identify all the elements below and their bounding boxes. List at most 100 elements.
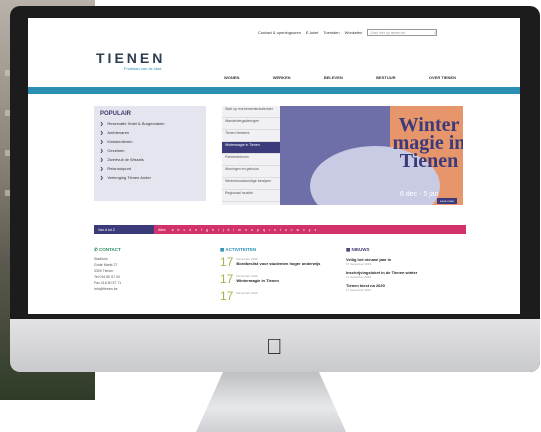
feature-item[interactable]: Regionaal muziek: [222, 190, 280, 202]
activity-item[interactable]: 17 December 2019 Bordbeslist voor student…: [220, 255, 338, 274]
logo-text: TIENEN: [96, 50, 166, 66]
popular-item-label: Reisrookpunt: [107, 166, 131, 171]
az-letter[interactable]: f: [201, 228, 202, 232]
az-letter[interactable]: g: [206, 228, 208, 232]
az-letter[interactable]: h: [212, 228, 214, 232]
activity-item[interactable]: 17 December 2019 Wintermagie in Tienen: [220, 272, 338, 291]
az-all[interactable]: Alles: [154, 228, 166, 232]
news-title: ▩ NIEUWS: [346, 247, 466, 253]
popular-item-label: Kluisbedienen: [107, 139, 133, 144]
feature-item[interactable]: Parkeerbrieven: [222, 154, 280, 166]
az-letter[interactable]: l: [233, 228, 234, 232]
contact-column: ✆ CONTACT Stadhuis Grote Markt 27 3300 T…: [94, 247, 204, 293]
popular-item[interactable]: ❯ Gezelnen: [100, 148, 165, 157]
az-letter[interactable]: u: [285, 228, 287, 232]
activities-title: ▦ ACTIVITEITEN: [220, 247, 338, 253]
az-letter[interactable]: x: [303, 228, 305, 232]
popular-item[interactable]: ❯ Verlenging Tienen Ander: [100, 175, 165, 184]
activities-title-text: ACTIVITEITEN: [225, 247, 257, 252]
chevron-right-icon: ❯: [100, 121, 104, 126]
activity-title: Wintermagie in Tienen: [236, 278, 279, 283]
az-letter[interactable]: e: [195, 228, 197, 232]
az-letter[interactable]: w: [296, 228, 299, 232]
topnav-contact[interactable]: Contact & openingsuren: [258, 30, 301, 35]
news-item[interactable]: Inschrijvingsloket in de Tienen winter 17…: [346, 270, 466, 283]
nav-bestuur[interactable]: BESTUUR: [376, 75, 395, 80]
az-letter[interactable]: t: [280, 228, 281, 232]
activity-title: Bordbeslist voor studenten hoger onderwi…: [236, 261, 321, 266]
banner-button[interactable]: Lees meer: [437, 198, 458, 204]
az-letter[interactable]: d: [189, 228, 191, 232]
nav-beleven[interactable]: BELEVEN: [324, 75, 343, 80]
main-nav: WONEN WERKEN BELEVEN BESTUUR OVER TIENEN: [224, 75, 456, 80]
tagline: Fruitstad van de stad: [124, 66, 162, 71]
news-item[interactable]: Tienen kiest na 2020 17 december 2019: [346, 283, 466, 296]
topnav-eloket[interactable]: E-loket: [306, 30, 318, 35]
az-letter[interactable]: q: [263, 228, 265, 232]
az-letter[interactable]: a: [172, 228, 174, 232]
news-column: ▩ NIEUWS Veilig het nieuwe jaar in 17 dec…: [346, 247, 466, 296]
activity-item[interactable]: 17 December 2019: [220, 290, 338, 308]
search-input[interactable]: Zoek hier op tienen.be ⚲: [367, 29, 438, 36]
az-letter[interactable]: z: [315, 228, 317, 232]
az-letter[interactable]: m: [238, 228, 241, 232]
news-item[interactable]: Veilig het nieuwe jaar in 17 december 201…: [346, 257, 466, 270]
az-letter[interactable]: o: [251, 228, 253, 232]
chevron-right-icon: ❯: [100, 148, 104, 153]
popular-item-label: Zwerfvuil de Wissels: [107, 157, 144, 162]
news-date: 17 december 2019: [346, 275, 372, 279]
az-letter[interactable]: c: [184, 228, 186, 232]
contact-title-text: CONTACT: [99, 247, 121, 252]
popular-item[interactable]: ❯ Reservatie Hotel & Burgerzaken: [100, 121, 165, 130]
chevron-right-icon: ❯: [100, 139, 104, 144]
az-letter[interactable]: j: [223, 228, 224, 232]
az-letter[interactable]: v: [291, 228, 293, 232]
news-title-text: NIEUWS: [351, 247, 370, 252]
nav-over-tienen[interactable]: OVER TIENEN: [429, 75, 456, 80]
activity-day: 17: [220, 255, 234, 269]
az-letter[interactable]: r: [269, 228, 270, 232]
feature-item[interactable]: Tienen Netwerk: [222, 130, 280, 142]
logo[interactable]: TIENEN: [96, 50, 165, 66]
feature-item[interactable]: Wandelvergaderingen: [222, 118, 280, 130]
popular-item[interactable]: ❯ Ambtenaren: [100, 130, 165, 139]
top-nav: Contact & openingsuren E-loket Toeristen…: [258, 29, 438, 36]
banner-title: Winter magie in Tienen: [392, 114, 463, 172]
popular-item-label: Ambtenaren: [107, 130, 130, 135]
topnav-toeristen[interactable]: Toeristen: [323, 30, 339, 35]
popular-title: POPULAIR: [100, 111, 132, 117]
az-letter[interactable]: y: [309, 228, 311, 232]
chevron-right-icon: ❯: [100, 157, 104, 162]
az-letter[interactable]: p: [257, 228, 259, 232]
search-icon[interactable]: ⚲: [434, 31, 437, 35]
az-letter[interactable]: k: [228, 228, 230, 232]
popular-item-label: Verlenging Tienen Ander: [107, 175, 151, 180]
screen: Contact & openingsuren E-loket Toeristen…: [28, 18, 520, 314]
popular-item-label: Reservatie Hotel & Burgerzaken: [107, 121, 165, 126]
contact-line[interactable]: info@tienen.be: [94, 287, 204, 293]
feature-item[interactable]: Woningen en gebouw: [222, 166, 280, 178]
feature-item-active[interactable]: Wintermagie in Tienen: [222, 142, 280, 154]
az-letter[interactable]: s: [274, 228, 276, 232]
nav-wonen[interactable]: WONEN: [224, 75, 239, 80]
feature-list: Start op evenementenkalender Wandelverga…: [222, 106, 280, 205]
hero-banner[interactable]: Winter magie in Tienen 6 dec - 5 jan Lee…: [280, 106, 463, 205]
chevron-right-icon: ❯: [100, 166, 104, 171]
feature-item[interactable]: Stedenbouwkundige bewijzen: [222, 178, 280, 190]
popular-item[interactable]: ❯ Zwerfvuil de Wissels: [100, 157, 165, 166]
popular-item[interactable]: ❯ Reisrookpunt: [100, 166, 165, 175]
imac-frame: Contact & openingsuren E-loket Toeristen…: [10, 6, 540, 372]
banner-subtitle: 6 dec - 5 jan: [400, 191, 439, 198]
search-placeholder: Zoek hier op tienen.be: [370, 30, 406, 35]
apple-logo-icon: : [266, 334, 283, 360]
nav-werken[interactable]: WERKEN: [273, 75, 291, 80]
az-letter[interactable]: b: [178, 228, 180, 232]
az-bar: Van A tot Z Alles a b c d e f g h i j k …: [94, 225, 466, 234]
az-letter[interactable]: i: [218, 228, 219, 232]
activity-day: 17: [220, 272, 234, 286]
topnav-wonkelen[interactable]: Wonkelen: [345, 30, 363, 35]
popular-box: POPULAIR ❯ Reservatie Hotel & Burgerzaken…: [94, 106, 206, 201]
popular-item[interactable]: ❯ Kluisbedienen: [100, 139, 165, 148]
az-letter[interactable]: n: [245, 228, 247, 232]
feature-item[interactable]: Start op evenementenkalender: [222, 106, 280, 118]
